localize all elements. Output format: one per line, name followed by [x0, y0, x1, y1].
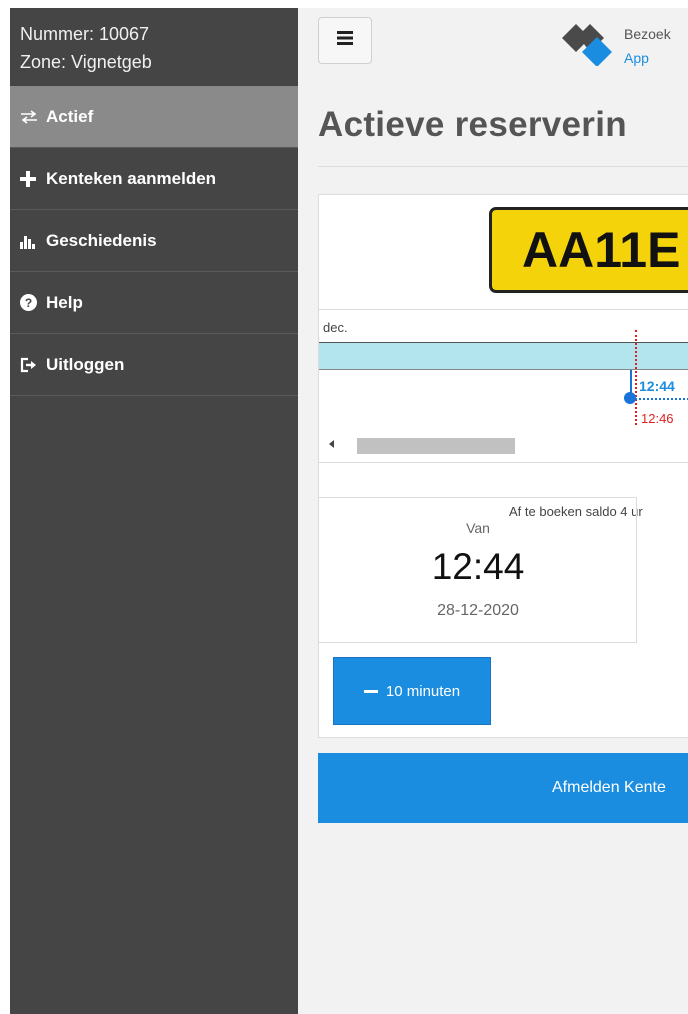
plus-icon: [20, 170, 46, 187]
main-content: Bezoek App Actieve reserverin AA11E dec.…: [298, 8, 688, 1014]
nav-item-uitloggen[interactable]: Uitloggen: [10, 334, 298, 396]
logo-subtext: App: [624, 50, 649, 66]
nav-item-label: Help: [46, 292, 83, 312]
page-title: Actieve reserverin: [318, 105, 627, 144]
svg-text:?: ?: [25, 296, 32, 310]
reservation-card: AA11E dec. 12:44 12:46 Af te boeken sald…: [318, 194, 688, 738]
sidebar: Nummer: 10067 Zone: Vignetgeb Actief Ken…: [10, 8, 298, 1014]
timeline-band: [319, 342, 688, 370]
current-time-label: 12:46: [641, 411, 674, 426]
scroll-left-arrow-icon[interactable]: [329, 440, 334, 448]
minus-button-label: 10 minuten: [385, 682, 461, 700]
start-date: 28-12-2020: [437, 602, 519, 619]
nav-item-help[interactable]: ? Help: [10, 272, 298, 334]
nav-item-label: Geschiedenis: [46, 230, 157, 250]
logo-text: Bezoek: [624, 26, 671, 42]
nav-item-label: Uitloggen: [46, 354, 125, 374]
bar-chart-icon: [20, 233, 46, 249]
exchange-icon: [20, 109, 46, 124]
menu-toggle-button[interactable]: [318, 17, 372, 64]
license-plate: AA11E: [489, 207, 688, 293]
afmelden-button-label: Afmelden Kente: [552, 779, 666, 796]
hamburger-icon: [337, 31, 353, 50]
start-time-box: Van 12:44 28-12-2020: [319, 497, 637, 643]
title-divider: [318, 166, 688, 167]
timeline[interactable]: dec. 12:44 12:46: [319, 309, 688, 463]
nav-item-label: Kenteken aanmelden: [46, 168, 217, 188]
start-label: Van: [466, 520, 490, 536]
start-time-label: 12:44: [639, 378, 675, 394]
afmelden-button[interactable]: Afmelden Kente: [318, 753, 688, 823]
minus-10-minutes-button[interactable]: 10 minuten: [333, 657, 491, 725]
start-time: 12:44: [431, 546, 525, 587]
question-circle-icon: ?: [20, 294, 46, 311]
user-number: Nummer: 10067: [20, 24, 150, 44]
reservation-range-line: [635, 398, 688, 400]
user-info: Nummer: 10067 Zone: Vignetgeb: [10, 8, 298, 86]
nav-item-kenteken-aanmelden[interactable]: Kenteken aanmelden: [10, 148, 298, 210]
nav-item-geschiedenis[interactable]: Geschiedenis: [10, 210, 298, 272]
nav-item-actief[interactable]: Actief: [10, 86, 298, 148]
sign-out-icon: [20, 357, 46, 373]
minus-icon: [363, 689, 378, 693]
timeline-month-label: dec.: [323, 320, 348, 335]
nav-item-label: Actief: [46, 106, 94, 126]
timeline-scrollbar-thumb[interactable]: [357, 438, 515, 454]
user-zone: Zone: Vignetgeb: [20, 52, 152, 72]
app-logo-icon: [560, 22, 620, 67]
current-time-marker: [635, 330, 637, 425]
